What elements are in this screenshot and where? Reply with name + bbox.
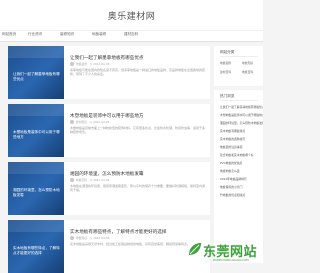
thumbnail-caption: 让我们一起了解墨菲地板有哪些优点: [13, 72, 60, 81]
thumb-decoration: [8, 46, 64, 58]
category-link[interactable]: 建材百科: [220, 70, 231, 74]
thumb-decoration: [8, 104, 64, 116]
article-meta: 地板装修 ◷ 2022-04-06: [70, 62, 109, 66]
hot-post-link[interactable]: 地暖地板怎么选: [220, 169, 263, 173]
article-thumbnail[interactable]: 实木地板有哪些特点，了解特点才能更好的选择: [8, 220, 64, 273]
hot-post-link[interactable]: 2022年地板品牌排行: [220, 177, 263, 181]
article-author: 地板装修: [75, 62, 88, 66]
nav-item-home[interactable]: 网站首页: [2, 32, 16, 37]
article-card[interactable]: 让我们一起了解墨菲地板有哪些优点 让我们一起了解墨菲地板有哪些优点 地板装修 ◷…: [8, 46, 210, 99]
article-card[interactable]: 实木地板有哪些特点，了解特点才能更好的选择 实木地板有哪些特点，了解特点才能更好…: [8, 220, 210, 273]
hot-post-link[interactable]: 湘园的环境里，怎么预防木地板发霉: [220, 121, 263, 125]
article-card[interactable]: 木塑地板是装饰中可以用于哪些地方 木塑地板是装饰中可以用于哪些地方 建材知识 ◷…: [8, 104, 210, 157]
hot-post-link[interactable]: 让我们一起了解墨菲地板有哪些优点: [220, 105, 263, 109]
site-title[interactable]: 奥乐建材网: [0, 9, 263, 22]
author-avatar-icon: [70, 120, 74, 124]
article-title[interactable]: 让我们一起了解墨菲地板有哪些优点: [70, 55, 205, 61]
hot-post-link[interactable]: 实木地板的选购技巧: [220, 137, 263, 141]
article-meta: 建材知识 ◷ 2022-04-06: [70, 120, 109, 124]
thumb-decoration: [8, 162, 64, 174]
article-meta: 地板知识 ◷ 2022-04-06: [70, 236, 109, 240]
article-author: 地板百科: [75, 178, 88, 182]
article-thumbnail[interactable]: 木塑地板是装饰中可以用于哪些地方: [8, 104, 64, 157]
article-summary: 墨菲地板可能在国内的知名度不算高，但墨菲地板是一种进口的地板品牌，该品牌地板在全…: [70, 68, 205, 77]
thumbnail-caption: 木塑地板是装饰中可以用于哪些地方: [13, 130, 60, 139]
article-card[interactable]: 湘园的环境里，怎么预防木地板发霉 湘园的环境里，怎么预防木地板发霉 地板百科 ◷…: [8, 162, 210, 215]
category-widget-title: 网站分类: [220, 50, 235, 54]
widget-divider: [220, 100, 258, 101]
author-avatar-icon: [70, 178, 74, 182]
hot-post-link[interactable]: 地板保养的小窍门: [220, 185, 263, 189]
category-link[interactable]: 地板百科: [242, 70, 253, 74]
article-thumbnail[interactable]: 湘园的环境里，怎么预防木地板发霉: [8, 162, 64, 215]
sidebar: 网站分类 地板装修 地板知识 建材百科 地板百科 热门浏览 让我们一起了解墨菲地…: [214, 46, 263, 263]
article-date: 2022-04-06: [93, 178, 110, 182]
article-author: 建材知识: [75, 120, 88, 124]
article-date: 2022-04-06: [93, 62, 110, 66]
article-title[interactable]: 湘园的环境里，怎么预防木地板发霉: [70, 171, 205, 177]
category-link[interactable]: 地板装修: [220, 61, 231, 65]
hot-post-link[interactable]: 竹地板的优点和缺点: [220, 193, 263, 197]
hot-post-link[interactable]: 地板装修注意事项: [220, 145, 263, 149]
article-title[interactable]: 木塑地板是装饰中可以用于哪些地方: [70, 113, 205, 119]
header: 奥乐建材网: [0, 0, 263, 30]
thumb-decoration: [8, 220, 64, 232]
article-thumbnail[interactable]: 让我们一起了解墨菲地板有哪些优点: [8, 46, 64, 99]
watermark-subtext: WWW.DONGGUAN.COM: [213, 258, 249, 262]
article-author: 地板知识: [75, 236, 88, 240]
watermark-logo: 东莞网站 WWW.DONGGUAN.COM: [185, 237, 263, 263]
nav-item-wiki[interactable]: 建材百科: [124, 32, 138, 37]
category-widget: 网站分类 地板装修 地板知识 建材百科 地板百科: [214, 46, 263, 86]
thumbnail-caption: 实木地板有哪些特点，了解特点才能更好的选择: [13, 246, 60, 255]
hot-post-link[interactable]: 复合地板和实木地板哪个好: [220, 153, 263, 157]
article-title[interactable]: 实木地板有哪些特点，了解特点才能更好的选择: [70, 229, 205, 235]
hot-posts-title: 热门浏览: [220, 94, 235, 98]
hot-post-link[interactable]: 木塑地板是装饰中可以用于哪些地方: [220, 113, 263, 117]
nav-item-news[interactable]: 行业资讯: [28, 32, 42, 37]
article-list: 让我们一起了解墨菲地板有哪些优点 让我们一起了解墨菲地板有哪些优点 地板装修 ◷…: [8, 46, 210, 273]
nav-item-knowledge[interactable]: 装修知识: [60, 32, 74, 37]
article-summary: 木地板在潮湿的环境里，容易受潮发霉变形，所以平时的保养十分重要，要做好防潮措施，…: [70, 184, 205, 193]
article-meta: 地板百科 ◷ 2022-04-06: [70, 178, 109, 182]
author-avatar-icon: [70, 236, 74, 240]
article-date: 2022-04-06: [93, 120, 110, 124]
widget-divider: [220, 56, 258, 57]
hot-post-link[interactable]: 实木地板有哪些特点: [220, 129, 263, 133]
category-link[interactable]: 地板知识: [242, 61, 253, 65]
nav-item-floor[interactable]: 地板装修: [92, 32, 106, 37]
author-avatar-icon: [70, 62, 74, 66]
main-nav: 网站首页 行业资讯 装修知识 地板装修 建材百科: [0, 30, 263, 42]
leaf-icon: [189, 243, 201, 255]
thumbnail-caption: 湘园的环境里，怎么预防木地板发霉: [13, 188, 60, 197]
hot-post-link[interactable]: PVC地板的优缺点: [220, 161, 263, 165]
article-summary: 木塑地板是目前市面上一种较新型的装饰材料，它有很多优点，比如防水防潮、防腐防虫等…: [70, 126, 205, 135]
article-date: 2022-04-06: [93, 236, 110, 240]
